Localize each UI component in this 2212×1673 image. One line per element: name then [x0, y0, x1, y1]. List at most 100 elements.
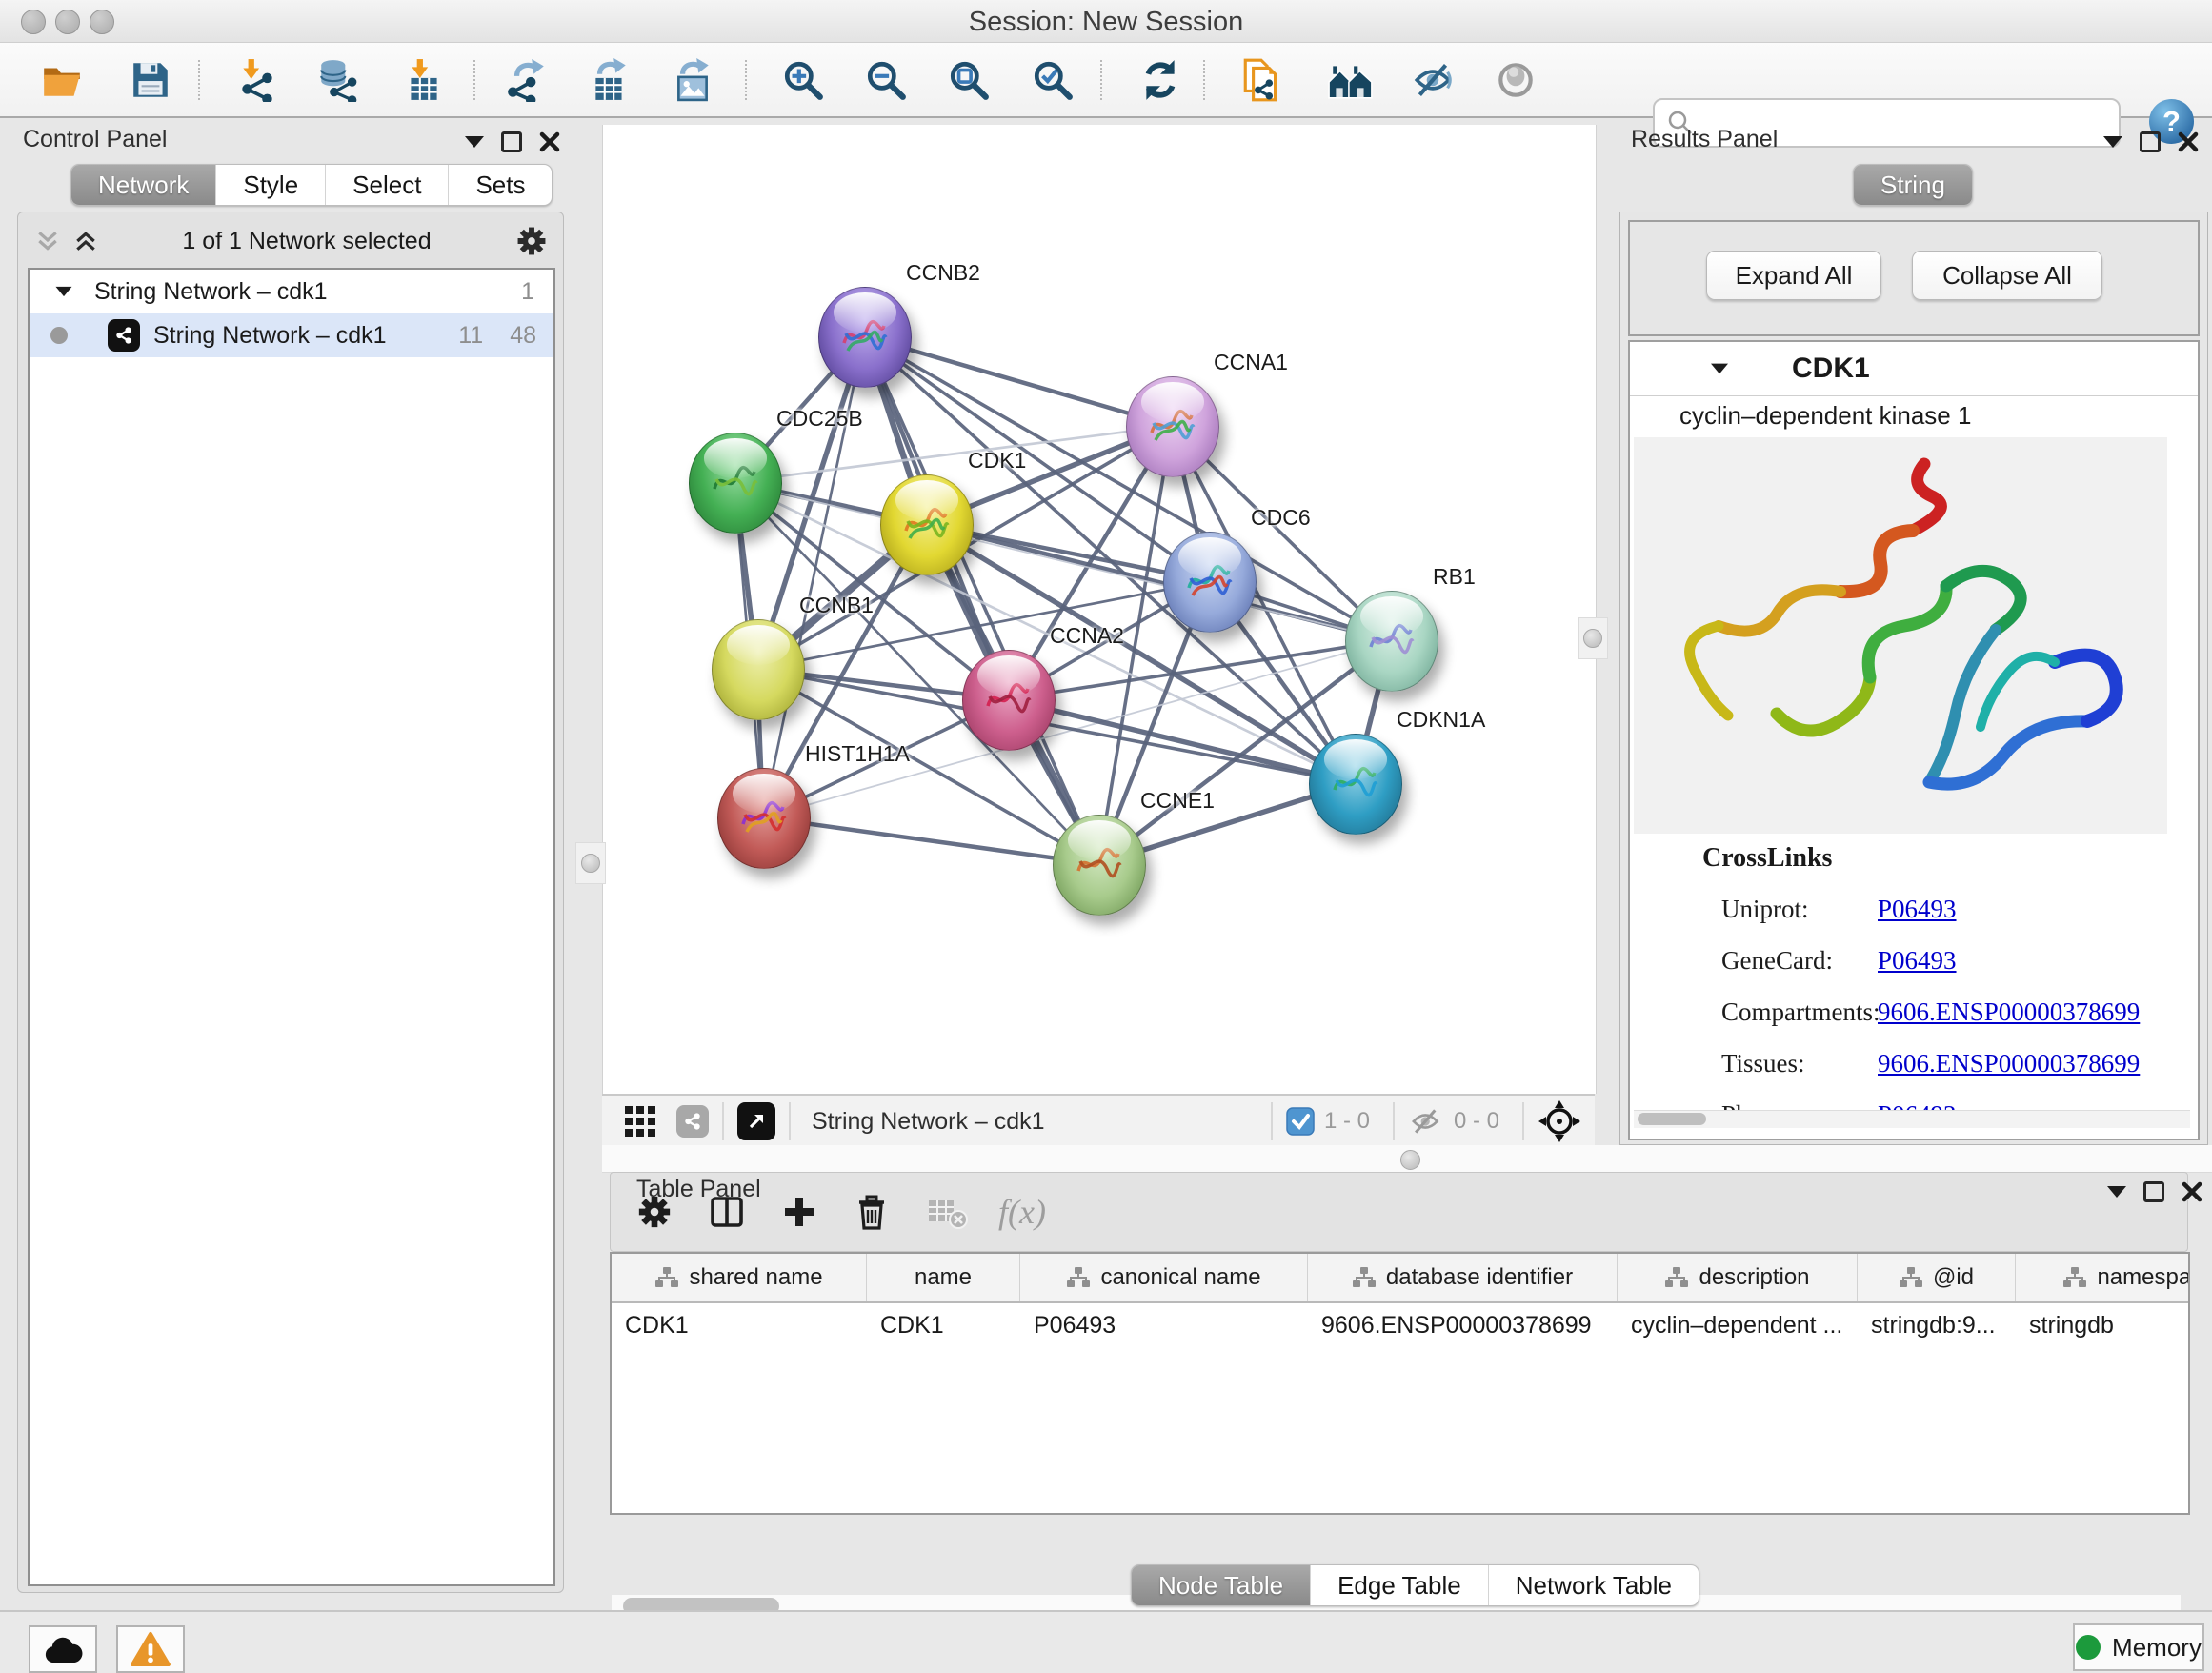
expand-all-button[interactable]: Expand All — [1706, 251, 1881, 300]
crosslink-link[interactable]: 9606.ENSP00000378699 — [1878, 998, 2140, 1027]
panel-float-icon[interactable] — [2140, 131, 2161, 152]
node-label-ccna2: CCNA2 — [1050, 623, 1124, 649]
node-count: 11 — [458, 322, 483, 350]
protein-node-ccna2[interactable] — [962, 650, 1056, 751]
tab-style[interactable]: Style — [216, 165, 326, 205]
import-network-database-icon[interactable] — [314, 56, 362, 104]
zoom-fit-icon[interactable] — [945, 56, 993, 104]
export-image-icon[interactable] — [669, 56, 716, 104]
panel-float-icon[interactable] — [501, 131, 522, 152]
protein-node-cdkn1a[interactable] — [1309, 734, 1402, 835]
open-session-icon[interactable] — [38, 56, 86, 104]
delete-column-icon[interactable] — [841, 1187, 902, 1237]
network-edge[interactable] — [864, 336, 1098, 864]
export-network-icon[interactable] — [503, 56, 551, 104]
import-table-file-icon[interactable] — [400, 56, 448, 104]
panel-menu-icon[interactable] — [465, 136, 484, 148]
apply-layout-icon[interactable] — [1136, 56, 1184, 104]
panel-menu-icon[interactable] — [2107, 1186, 2126, 1198]
cell-namespace[interactable]: stringdb — [2016, 1312, 2190, 1340]
left-splitter-handle[interactable] — [575, 842, 606, 884]
table-row[interactable]: CDK1CDK1P064939606.ENSP00000378699cyclin… — [612, 1303, 2188, 1347]
birdseye-icon[interactable] — [1538, 1099, 1581, 1143]
network-row[interactable]: String Network – cdk1 11 48 — [30, 313, 553, 357]
cell-canonical-name[interactable]: P06493 — [1020, 1312, 1308, 1340]
cell-name[interactable]: CDK1 — [867, 1312, 1020, 1340]
collapse-protein-icon[interactable] — [1711, 364, 1728, 374]
crosslink-link[interactable]: 9606.ENSP00000378699 — [1878, 1049, 2140, 1078]
tab-sets[interactable]: Sets — [449, 165, 552, 205]
grid-view-icon[interactable] — [623, 1104, 657, 1139]
protein-node-ccnb2[interactable] — [818, 287, 912, 388]
save-session-icon[interactable] — [127, 56, 174, 104]
protein-node-rb1[interactable] — [1345, 591, 1438, 692]
collapse-all-button[interactable]: Collapse All — [1912, 251, 2102, 300]
zoom-selected-icon[interactable] — [1029, 56, 1076, 104]
column-header-namespace[interactable]: namespace — [2016, 1254, 2190, 1301]
protein-node-ccne1[interactable] — [1053, 815, 1146, 916]
cell-description[interactable]: cyclin–dependent ... — [1618, 1312, 1858, 1340]
panel-close-icon[interactable] — [2178, 131, 2199, 152]
panel-close-icon[interactable] — [539, 131, 560, 152]
network-canvas[interactable]: CCNB2CCNA1CDC25BCDK1CDC6RB1CCNB1CCNA2CDK… — [602, 125, 1597, 1094]
protein-details-scroll[interactable]: CDK1 cyclin–dependent kinase 1 — [1628, 340, 2200, 1140]
collapse-all-icon[interactable] — [35, 229, 60, 253]
protein-node-ccnb1[interactable] — [712, 619, 805, 720]
gear-icon[interactable] — [515, 225, 548, 257]
protein-node-ccna1[interactable] — [1126, 376, 1219, 477]
export-table-icon[interactable] — [586, 56, 633, 104]
protein-structure-image — [1634, 437, 2167, 834]
warning-status-button[interactable] — [116, 1625, 185, 1673]
splitter-knob[interactable] — [1400, 1150, 1420, 1170]
protein-node-hist1h1a[interactable] — [717, 768, 811, 869]
cell-shared-name[interactable]: CDK1 — [612, 1312, 867, 1340]
expand-all-icon[interactable] — [73, 229, 98, 253]
tab-select[interactable]: Select — [326, 165, 449, 205]
column-header-canonical-name[interactable]: canonical name — [1020, 1254, 1308, 1301]
cloud-status-button[interactable] — [29, 1625, 97, 1673]
column-type-icon — [654, 1266, 679, 1289]
home-icon[interactable] — [1327, 56, 1375, 104]
tab-network[interactable]: Network — [71, 165, 216, 205]
protein-header-row[interactable]: CDK1 — [1630, 342, 2198, 396]
column-header--id[interactable]: @id — [1858, 1254, 2016, 1301]
memory-button[interactable]: Memory — [2073, 1623, 2204, 1671]
results-hscrollbar[interactable] — [1634, 1110, 2190, 1128]
right-splitter-handle[interactable] — [1578, 617, 1608, 659]
column-header-shared-name[interactable]: shared name — [612, 1254, 867, 1301]
protein-node-cdk1[interactable] — [880, 474, 974, 575]
zoom-in-icon[interactable] — [779, 56, 827, 104]
create-column-icon[interactable] — [769, 1187, 830, 1237]
column-header-database-identifier[interactable]: database identifier — [1308, 1254, 1618, 1301]
network-collection-row[interactable]: String Network – cdk1 1 — [30, 270, 553, 313]
detach-view-icon[interactable] — [737, 1102, 775, 1140]
crosslink-link[interactable]: P06493 — [1878, 946, 1957, 976]
network-edge[interactable] — [763, 817, 1098, 864]
hide-selected-icon[interactable] — [1410, 56, 1458, 104]
import-network-file-icon[interactable] — [233, 56, 281, 104]
cell-database-identifier[interactable]: 9606.ENSP00000378699 — [1308, 1312, 1618, 1340]
protein-node-cdc25b[interactable] — [689, 433, 782, 534]
horizontal-splitter[interactable] — [602, 1145, 2212, 1173]
tab-network-table[interactable]: Network Table — [1489, 1565, 1699, 1605]
panel-menu-icon[interactable] — [2103, 136, 2122, 148]
cell--id[interactable]: stringdb:9... — [1858, 1312, 2016, 1340]
panel-float-icon[interactable] — [2143, 1181, 2164, 1202]
column-header-description[interactable]: description — [1618, 1254, 1858, 1301]
show-all-icon[interactable] — [1492, 56, 1539, 104]
protein-node-cdc6[interactable] — [1163, 532, 1257, 633]
tab-string[interactable]: String — [1854, 165, 1972, 205]
network-view-icon[interactable] — [676, 1105, 709, 1138]
new-network-from-selection-icon[interactable] — [1238, 56, 1286, 104]
zoom-out-icon[interactable] — [862, 56, 910, 104]
tree-expand-icon[interactable] — [56, 287, 72, 296]
results-hscroll-thumb[interactable] — [1638, 1113, 1706, 1125]
tab-edge-table[interactable]: Edge Table — [1311, 1565, 1489, 1605]
panel-close-icon[interactable] — [2182, 1181, 2202, 1202]
tab-node-table[interactable]: Node Table — [1132, 1565, 1311, 1605]
node-gloss — [977, 655, 1039, 695]
column-header-name[interactable]: name — [867, 1254, 1020, 1301]
crosslink-row: Tissues:9606.ENSP00000378699 — [1721, 1038, 2179, 1089]
crosslink-link[interactable]: P06493 — [1878, 895, 1957, 924]
selected-checkbox-icon[interactable] — [1286, 1107, 1315, 1136]
